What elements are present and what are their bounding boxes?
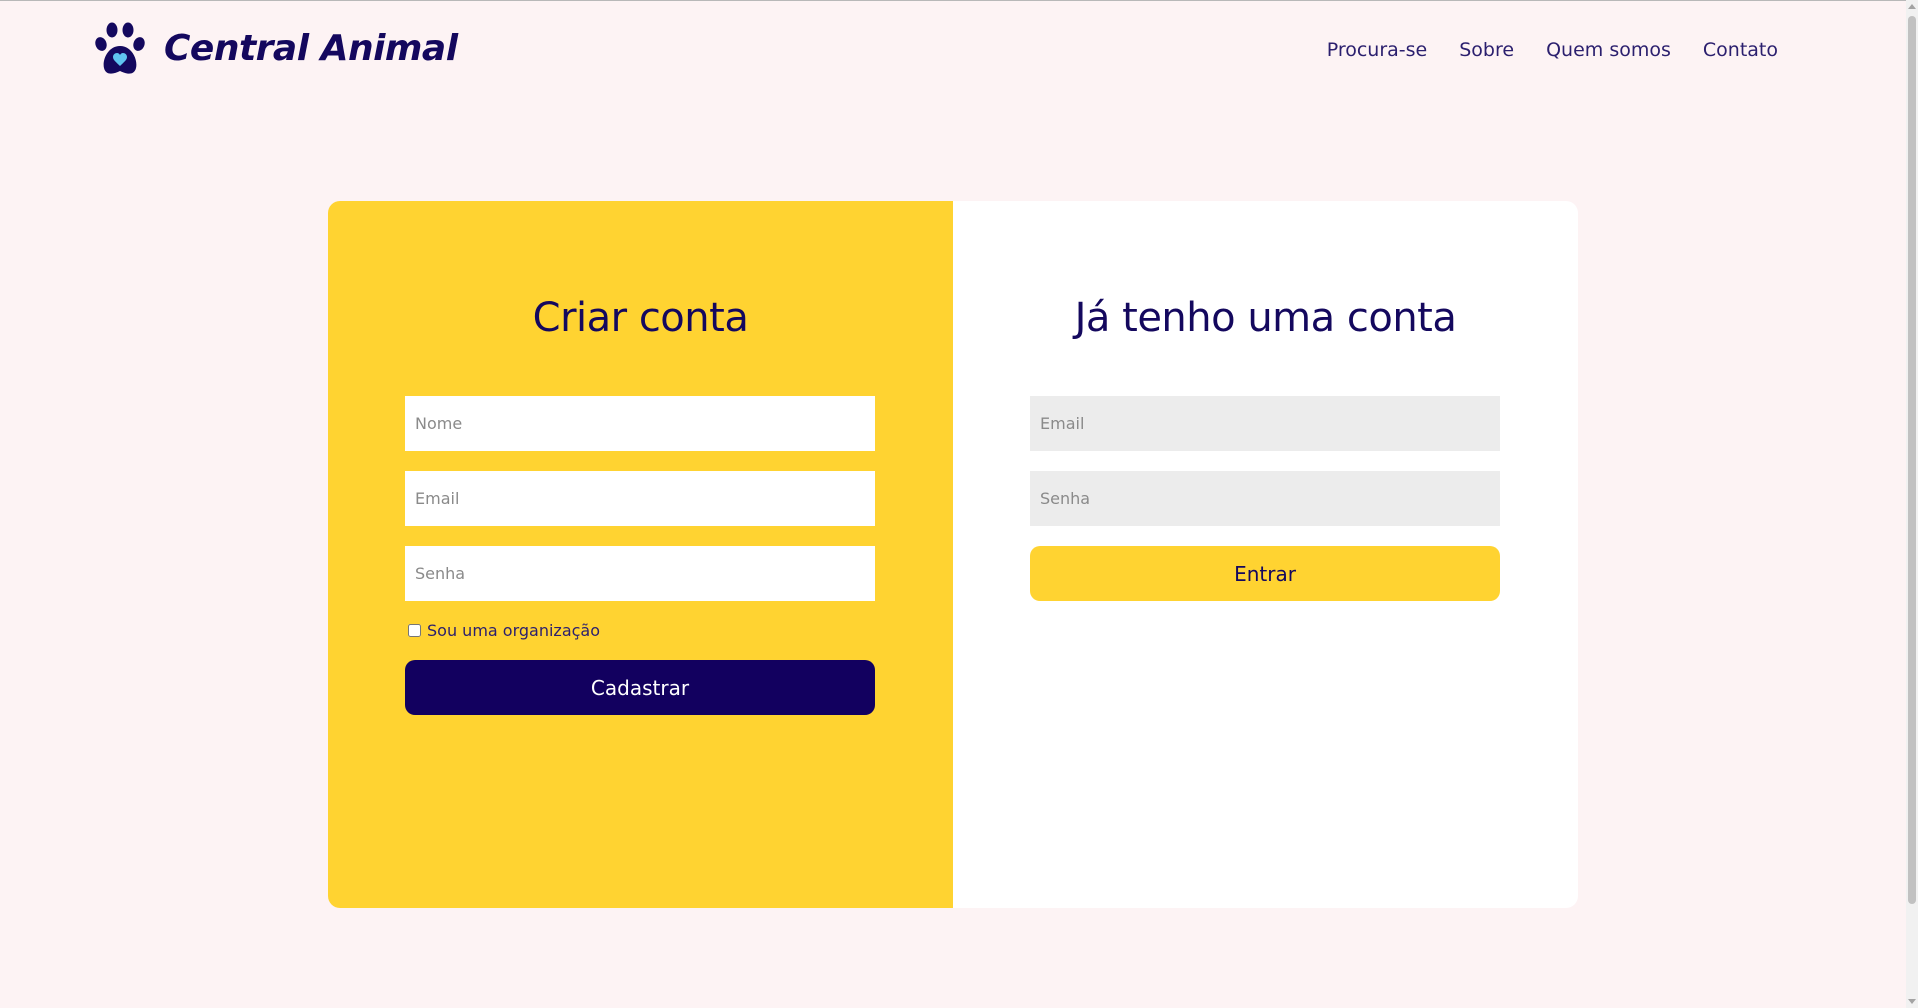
scroll-up-arrow-icon[interactable] [1908,4,1916,9]
login-title: Já tenho uma conta [1074,295,1457,341]
auth-card: Criar conta Sou uma organização Cadastra… [328,201,1578,908]
login-email-input[interactable] [1030,396,1500,451]
signup-title: Criar conta [532,295,749,341]
signup-email-input[interactable] [405,471,875,526]
nav-link-sobre[interactable]: Sobre [1459,36,1514,64]
login-password-input[interactable] [1030,471,1500,526]
signup-name-input[interactable] [405,396,875,451]
nav-link-quem-somos[interactable]: Quem somos [1546,36,1671,64]
signup-submit-button[interactable]: Cadastrar [405,660,875,715]
login-panel: Já tenho uma conta Entrar [953,201,1578,908]
brand-name: Central Animal [164,28,458,69]
organization-checkbox-row[interactable]: Sou uma organização [408,621,600,640]
login-submit-button[interactable]: Entrar [1030,546,1500,601]
paw-heart-icon [95,22,145,74]
scroll-down-arrow-icon[interactable] [1908,999,1916,1004]
page-scrollbar[interactable] [1906,0,1918,1008]
nav-link-procura-se[interactable]: Procura-se [1327,36,1428,64]
brand-logo-link[interactable]: Central Animal [94,22,458,76]
organization-checkbox-label: Sou uma organização [427,621,601,640]
signup-panel: Criar conta Sou uma organização Cadastra… [328,201,953,908]
site-header: Central Animal Procura-se Sobre Quem som… [0,0,1906,100]
nav-link-contato[interactable]: Contato [1703,36,1778,64]
organization-checkbox[interactable] [408,624,421,637]
main-nav: Procura-se Sobre Quem somos Contato [1327,36,1778,64]
scrollbar-thumb[interactable] [1908,16,1916,904]
signup-password-input[interactable] [405,546,875,601]
